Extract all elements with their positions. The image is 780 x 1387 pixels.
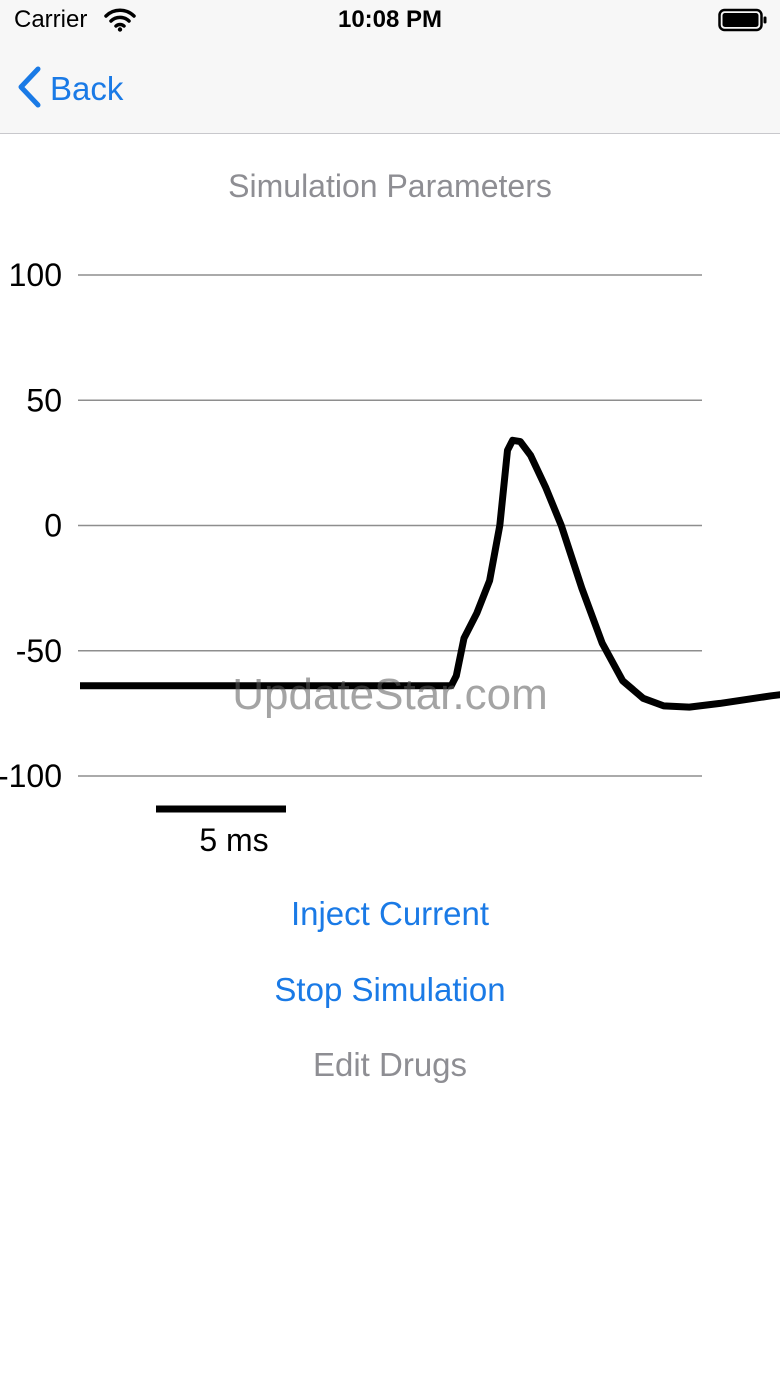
y-tick-label: 0 [44, 508, 62, 544]
stop-simulation-button[interactable]: Stop Simulation [0, 971, 780, 1009]
scale-bar-label: 5 ms [199, 822, 268, 858]
y-tick-label: 50 [26, 382, 62, 418]
back-button[interactable]: Back [16, 64, 123, 114]
status-time: 10:08 PM [337, 6, 443, 33]
simulation-parameters-button[interactable]: Simulation Parameters [0, 168, 780, 205]
back-label: Back [50, 70, 124, 107]
voltage-chart: 100 50 0 -50 -100 5 ms [0, 257, 780, 858]
watermark: UpdateStar.com [232, 670, 548, 719]
inject-current-button[interactable]: Inject Current [0, 895, 780, 933]
y-tick-label: -50 [16, 633, 62, 669]
voltage-trace [80, 436, 780, 711]
chevron-left-icon [16, 65, 42, 114]
y-tick-label: 100 [9, 257, 62, 293]
navigation-bar: Back [0, 44, 780, 134]
y-tick-label: -100 [0, 758, 62, 794]
edit-drugs-button[interactable]: Edit Drugs [0, 1046, 780, 1084]
status-bar: Carrier 10:08 PM [0, 0, 780, 44]
battery-icon [718, 8, 768, 37]
